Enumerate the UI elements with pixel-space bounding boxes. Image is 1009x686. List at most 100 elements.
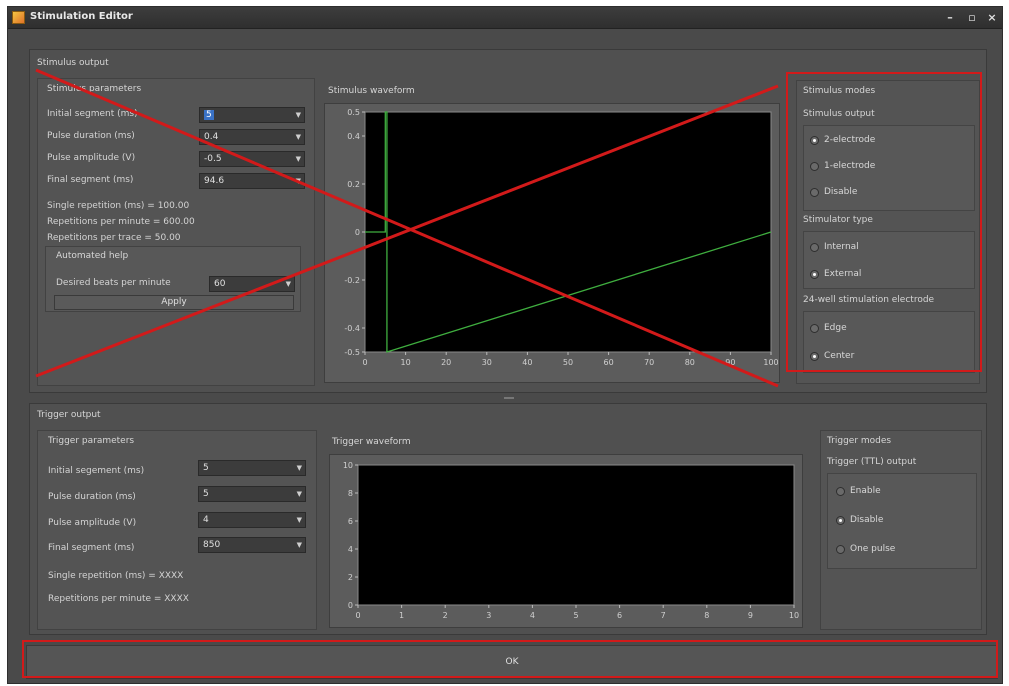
- trigger-output-options: Enable Disable One pulse: [827, 473, 977, 569]
- x-tick-label: 70: [644, 358, 654, 367]
- y-tick-label: -0.5: [344, 348, 360, 357]
- trigger-modes-title: Trigger modes: [827, 436, 892, 446]
- trigger-repetitions-per-minute-text: Repetitions per minute = XXXX: [48, 594, 189, 604]
- chevron-down-icon: ▼: [296, 490, 302, 498]
- title-bar[interactable]: Stimulation Editor – ▫ ×: [8, 7, 1002, 29]
- trigger-initial-segment-select[interactable]: 5 ▼: [198, 460, 306, 476]
- chevron-down-icon: ▼: [296, 464, 302, 472]
- plot-area: [357, 464, 795, 606]
- pulse-duration-select[interactable]: 0.4 ▼: [199, 129, 305, 145]
- trigger-ttl-output-title: Trigger (TTL) output: [827, 457, 917, 467]
- x-tick-label: 60: [604, 358, 614, 367]
- y-tick-label: -0.2: [344, 276, 360, 285]
- y-tick-label: -0.4: [344, 324, 360, 333]
- initial-segment-label: Initial segment (ms): [47, 109, 138, 119]
- pulse-amplitude-label: Pulse amplitude (V): [47, 153, 136, 163]
- repetitions-per-trace-text: Repetitions per trace = 50.00: [47, 233, 181, 243]
- x-tick-label: 40: [522, 358, 532, 367]
- y-tick-label: 2: [348, 573, 353, 582]
- radio-checked-icon: [836, 515, 845, 525]
- automated-help-title: Automated help: [56, 251, 129, 261]
- chevron-down-icon: ▼: [295, 155, 301, 163]
- x-tick-label: 10: [789, 611, 799, 620]
- x-tick-label: 10: [401, 358, 411, 367]
- single-repetition-text: Single repetition (ms) = 100.00: [47, 201, 190, 211]
- x-tick-label: 90: [725, 358, 735, 367]
- close-button[interactable]: ×: [984, 10, 1000, 26]
- pulse-duration-label: Pulse duration (ms): [47, 131, 135, 141]
- y-tick-label: 0.2: [347, 180, 360, 189]
- chevron-down-icon: ▼: [295, 177, 301, 185]
- x-tick-label: 8: [704, 611, 709, 620]
- trigger-final-segment-select[interactable]: 850 ▼: [198, 537, 306, 553]
- x-tick-label: 3: [486, 611, 491, 620]
- annotation-box-stimulus-modes: [786, 72, 982, 372]
- annotation-box-ok: [22, 640, 998, 678]
- trigger-final-segment-label: Final segment (ms): [48, 543, 135, 553]
- radio-enable[interactable]: Enable: [836, 484, 881, 498]
- window-title: Stimulation Editor: [30, 11, 133, 22]
- x-tick-label: 2: [443, 611, 448, 620]
- trigger-pulse-duration-label: Pulse duration (ms): [48, 492, 136, 502]
- y-tick-label: 0: [348, 601, 353, 610]
- trigger-output-title: Trigger output: [37, 410, 101, 420]
- trigger-single-repetition-text: Single repetition (ms) = XXXX: [48, 571, 184, 581]
- radio-unchecked-icon: [836, 544, 845, 554]
- trigger-initial-segment-label: Initial segement (ms): [48, 466, 145, 476]
- x-tick-label: 1: [399, 611, 404, 620]
- trigger-pulse-duration-select[interactable]: 5 ▼: [198, 486, 306, 502]
- x-tick-label: 30: [482, 358, 492, 367]
- stimulus-parameters-title: Stimulus parameters: [47, 84, 142, 94]
- x-tick-label: 4: [530, 611, 535, 620]
- y-tick-label: 10: [343, 461, 353, 470]
- radio-one-pulse[interactable]: One pulse: [836, 542, 895, 556]
- final-segment-label: Final segment (ms): [47, 175, 134, 185]
- y-tick-label: 0: [355, 228, 360, 237]
- trigger-parameters-title: Trigger parameters: [48, 436, 135, 446]
- chevron-down-icon: ▼: [285, 280, 291, 288]
- chevron-down-icon: ▼: [295, 111, 301, 119]
- stimulus-waveform-frame: 0 10 20 30 40 50 60 70 80 90 100 0.5 0.4 0.2 0 -0.2 -0.4…: [324, 103, 780, 383]
- minimize-button[interactable]: –: [942, 10, 958, 26]
- maximize-button[interactable]: ▫: [964, 10, 980, 26]
- desired-beats-select[interactable]: 60 ▼: [209, 276, 295, 292]
- repetitions-per-minute-text: Repetitions per minute = 600.00: [47, 217, 195, 227]
- y-tick-label: 8: [348, 489, 353, 498]
- x-tick-label: 0: [362, 358, 367, 367]
- x-tick-label: 6: [617, 611, 622, 620]
- x-tick-label: 20: [441, 358, 451, 367]
- y-tick-label: 6: [348, 517, 353, 526]
- trigger-pulse-amplitude-label: Pulse amplitude (V): [48, 518, 137, 528]
- trigger-waveform-frame: 0 1 2 3 4 5 6 7 8 9 10 10 8 6 4 2 0: [329, 454, 803, 628]
- chevron-down-icon: ▼: [295, 133, 301, 141]
- x-tick-label: 5: [573, 611, 578, 620]
- x-tick-label: 0: [355, 611, 360, 620]
- trigger-modes-group: Trigger modes Trigger (TTL) output Enabl…: [820, 430, 982, 630]
- x-tick-label: 7: [661, 611, 666, 620]
- trigger-pulse-amplitude-select[interactable]: 4 ▼: [198, 512, 306, 528]
- final-segment-select[interactable]: 94.6 ▼: [199, 173, 305, 189]
- splitter-handle[interactable]: [504, 397, 514, 399]
- app-icon: [12, 11, 25, 24]
- stimulus-waveform-title: Stimulus waveform: [328, 86, 415, 96]
- x-tick-label: 9: [748, 611, 753, 620]
- pulse-amplitude-select[interactable]: -0.5 ▼: [199, 151, 305, 167]
- apply-button[interactable]: Apply: [54, 295, 294, 310]
- y-tick-label: 4: [348, 545, 353, 554]
- x-tick-label: 100: [763, 358, 778, 367]
- chevron-down-icon: ▼: [296, 516, 302, 524]
- x-tick-label: 50: [563, 358, 573, 367]
- trigger-waveform-chart: 0 1 2 3 4 5 6 7 8 9 10 10 8 6 4 2 0: [343, 461, 799, 620]
- y-tick-label: 0.4: [347, 132, 360, 141]
- desired-beats-label: Desired beats per minute: [56, 278, 171, 288]
- stimulus-output-title: Stimulus output: [37, 58, 109, 68]
- trigger-waveform-title: Trigger waveform: [332, 437, 411, 447]
- trigger-parameters-group: Trigger parameters Initial segement (ms)…: [37, 430, 317, 630]
- x-tick-label: 80: [685, 358, 695, 367]
- stimulus-parameters-group: Stimulus parameters Initial segment (ms)…: [37, 78, 315, 386]
- chevron-down-icon: ▼: [296, 541, 302, 549]
- initial-segment-select[interactable]: 5 ▼: [199, 107, 305, 123]
- automated-help-group: Automated help Desired beats per minute …: [45, 246, 301, 312]
- plot-area: [364, 111, 772, 353]
- radio-trigger-disable[interactable]: Disable: [836, 513, 883, 527]
